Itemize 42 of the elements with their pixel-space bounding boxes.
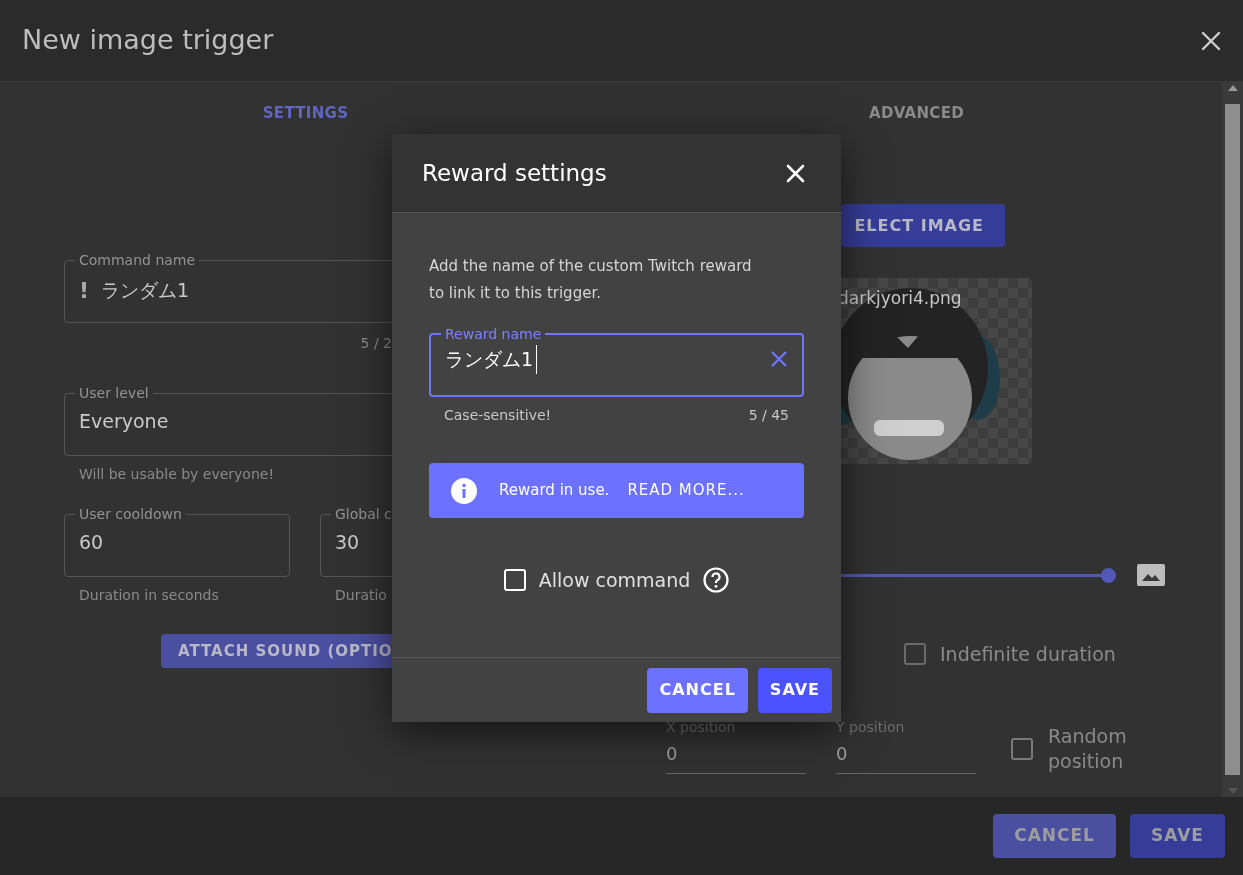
description-text: Add the name of the custom Twitch reward to link it to this trigger. — [429, 256, 753, 304]
y-position-field[interactable]: 0 — [836, 737, 976, 774]
file-name: darkjyori4.png — [838, 287, 962, 310]
prefix-text: ! — [79, 277, 90, 305]
character-counter: 5 / 45 — [748, 406, 789, 425]
helper-text: Case-sensitive! — [444, 406, 552, 425]
character-counter: 5 / 2 — [360, 335, 392, 351]
field-label: User cooldown — [78, 507, 183, 521]
alert-text: Reward in use. — [499, 480, 610, 502]
close-icon[interactable] — [1201, 30, 1221, 51]
select-image-button[interactable]: ELECT IMAGE — [841, 204, 1005, 247]
cancel-button[interactable]: CANCEL — [993, 814, 1116, 858]
x-position-field[interactable]: 0 — [666, 737, 806, 774]
clear-icon[interactable] — [770, 350, 788, 369]
checkbox[interactable] — [1011, 737, 1033, 760]
tab[interactable]: ADVANCED — [611, 82, 1222, 144]
help-icon[interactable] — [703, 567, 730, 594]
reward-name-field[interactable]: Reward name ランダム1 — [429, 327, 804, 397]
field-label: Command name — [78, 253, 197, 267]
checkbox-label: Random position — [1048, 724, 1128, 774]
helper-text: Duratio — [334, 586, 388, 605]
checkbox[interactable] — [904, 643, 926, 666]
scrollbar[interactable] — [1222, 82, 1243, 797]
field-label: Global c — [334, 507, 393, 521]
tab[interactable]: SETTINGS — [0, 82, 611, 144]
scroll-up-icon[interactable] — [1226, 84, 1239, 92]
slider-handle[interactable] — [1101, 567, 1116, 583]
field-label: Reward name — [444, 327, 543, 341]
save-button[interactable]: SAVE — [1129, 814, 1225, 858]
user-cooldown-field[interactable]: User cooldown 60 — [64, 507, 290, 577]
read-more-link[interactable]: READ MORE... — [627, 479, 745, 502]
field-label: User level — [78, 386, 150, 400]
dialog-title: Reward settings — [422, 158, 607, 188]
cancel-button[interactable]: CANCEL — [647, 667, 748, 713]
window-title: New image trigger — [22, 23, 274, 58]
save-button[interactable]: SAVE — [757, 667, 832, 713]
image-icon[interactable] — [1137, 564, 1165, 586]
info-icon — [451, 477, 477, 504]
helper-text: Will be usable by everyone! — [78, 465, 276, 484]
checkbox-label: Allow command — [538, 568, 691, 593]
checkbox-label: Indefinite duration — [940, 642, 1116, 667]
helper-text: Duration in seconds — [78, 586, 220, 605]
